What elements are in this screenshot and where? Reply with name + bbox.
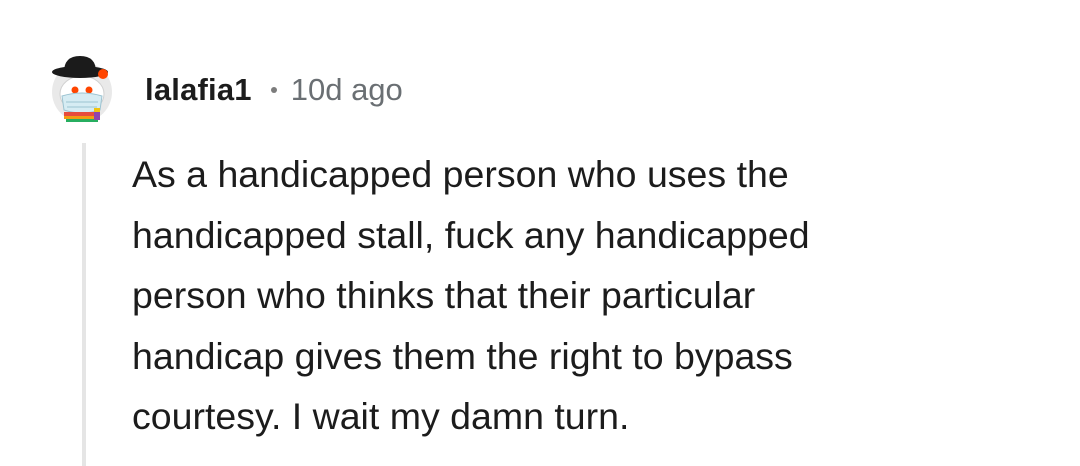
username-link[interactable]: lalafia1	[145, 72, 252, 108]
comment: lalafia1 10d ago As a handicapped person…	[0, 0, 1080, 466]
comment-body-line: As a handicapped person who uses the	[132, 153, 789, 195]
user-avatar-icon[interactable]	[50, 52, 118, 124]
comment-body-line: courtesy. I wait my damn turn.	[132, 395, 630, 437]
comment-body-line: handicap gives them the right to bypass	[132, 334, 793, 377]
comment-body: As a handicapped person who uses the han…	[132, 144, 1032, 447]
timestamp-link[interactable]: 10d ago	[291, 72, 403, 108]
thread-collapse-line[interactable]	[82, 143, 86, 466]
comment-body-line: person who thinks that their particular	[132, 274, 756, 316]
comment-meta: lalafia1 10d ago	[145, 66, 403, 114]
comment-body-line: handicapped stall, fuck any handicapped	[132, 213, 810, 256]
separator-dot	[270, 87, 277, 93]
